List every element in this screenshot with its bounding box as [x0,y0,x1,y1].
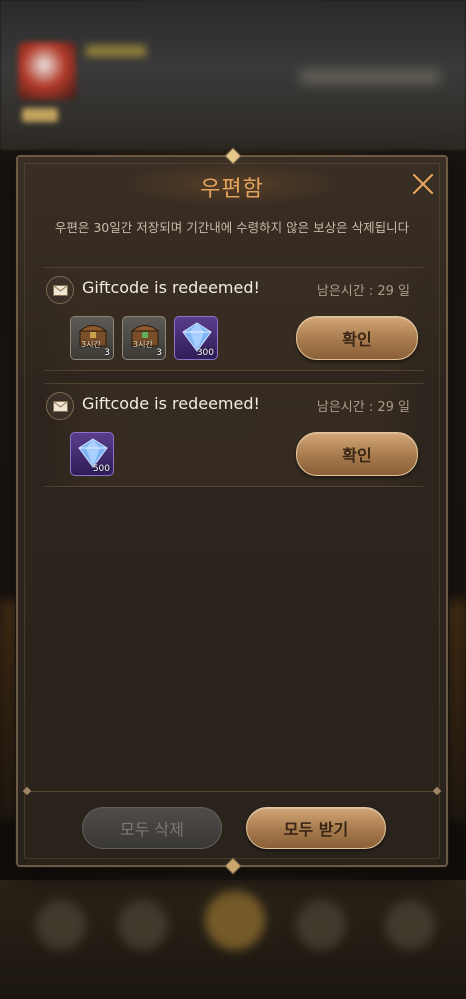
background-nav-icon [296,900,346,950]
envelope-icon [46,276,74,304]
close-icon [412,173,434,195]
mailbox-title: 우편함 [200,177,264,202]
confirm-button[interactable]: 확인 [296,432,418,476]
background-nav-icon [385,900,435,950]
background-avatar [18,42,76,100]
reward-time-chest[interactable]: 3시간 3 [122,316,166,360]
background-nav-icon [118,900,168,950]
mail-item: Giftcode is redeemed! 남은시간 : 29 일 500 확인 [44,383,424,487]
receive-all-button[interactable]: 모두 받기 [246,807,386,849]
mail-remaining-time: 남은시간 : 29 일 [316,400,410,415]
background-nav-icon [36,900,86,950]
background-level-badge [22,108,58,122]
confirm-button[interactable]: 확인 [296,316,418,360]
close-button[interactable] [410,171,436,197]
mailbox-panel: 우편함 우편은 30일간 저장되며 기간내에 수령하지 않은 보상은 삭제됩니다… [16,147,448,875]
reward-diamond[interactable]: 500 [70,432,114,476]
footer-divider [26,791,438,792]
mailbox-notice: 우편은 30일간 저장되며 기간내에 수령하지 않은 보상은 삭제됩니다 [54,220,410,235]
envelope-icon [46,392,74,420]
background-player-name [86,45,146,57]
delete-all-button[interactable]: 모두 삭제 [82,807,222,849]
reward-diamond[interactable]: 300 [174,316,218,360]
reward-time-chest[interactable]: 3시간 3 [70,316,114,360]
background-resources [300,70,440,84]
mail-item: Giftcode is redeemed! 남은시간 : 29 일 3시간 3 … [44,267,424,371]
mail-title: Giftcode is redeemed! [82,278,260,297]
mail-remaining-time: 남은시간 : 29 일 [316,284,410,299]
background-nav-icon [205,890,265,950]
mail-title: Giftcode is redeemed! [82,394,260,413]
